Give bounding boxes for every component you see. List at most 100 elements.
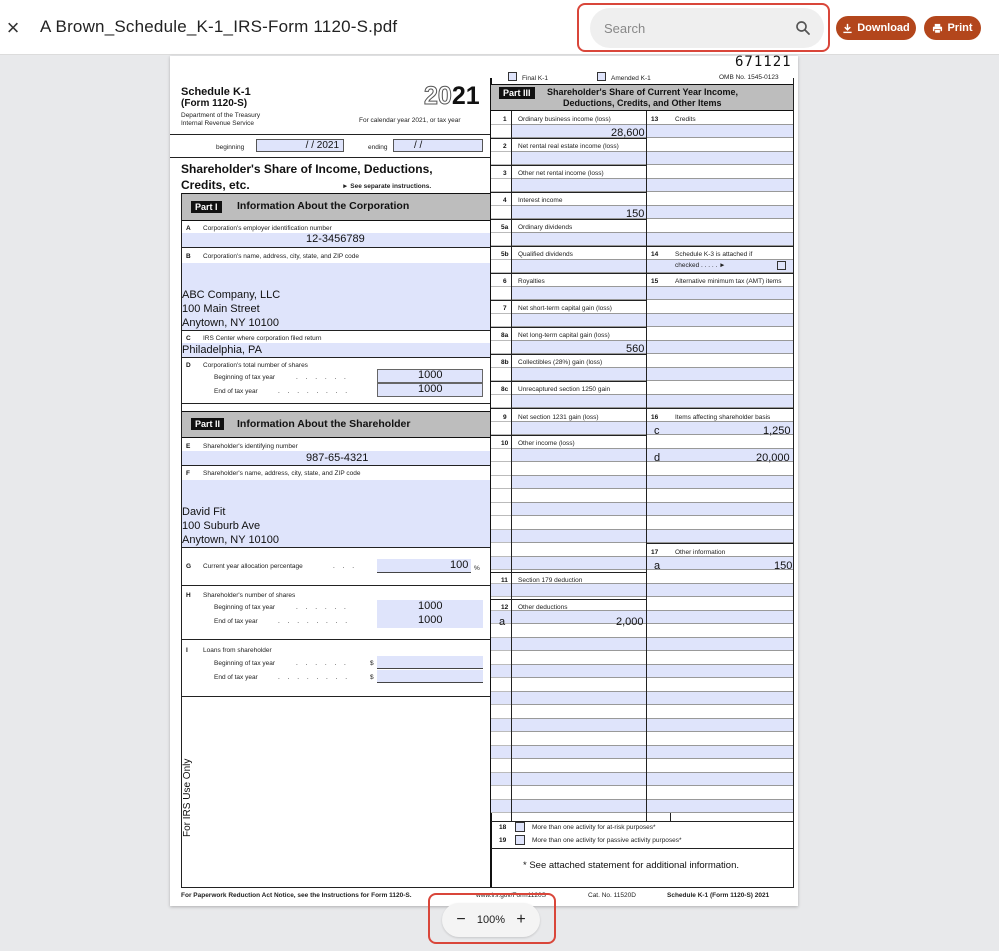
grid-cell <box>647 718 793 732</box>
beginning-date[interactable]: / / 2021 <box>256 139 344 152</box>
line-14-label-a: Schedule K-3 is attached if <box>675 251 753 258</box>
grid-cell <box>512 651 646 665</box>
line-10-label: Other income (loss) <box>518 440 575 447</box>
line-19-num: 19 <box>499 837 507 844</box>
line-16d-code: d <box>654 452 661 464</box>
ending-date[interactable]: / / <box>393 139 483 152</box>
line-17-label: Other information <box>675 549 726 556</box>
line-h-letter: H <box>186 592 191 599</box>
dot-leader: . . . <box>333 563 358 570</box>
zoom-out-button[interactable]: − <box>454 911 468 929</box>
grid-cell <box>512 475 646 489</box>
download-button[interactable]: Download <box>836 16 916 40</box>
line-6-label: Royalties <box>518 278 545 285</box>
line-9-label: Net section 1231 gain (loss) <box>518 414 599 421</box>
line-8b-label: Collectibles (28%) gain (loss) <box>518 359 603 366</box>
part3-title2: Deductions, Credits, and Other Items <box>563 98 722 108</box>
line-separator <box>491 192 646 193</box>
grid-cell <box>512 178 646 192</box>
close-icon[interactable]: × <box>4 14 22 42</box>
print-button[interactable]: Print <box>924 16 981 40</box>
line-12-value: 2,000 <box>616 616 644 628</box>
grid-cell <box>647 205 793 219</box>
line-16d-value: 20,000 <box>756 452 790 464</box>
calendar-year-label: For calendar year 2021, or tax year <box>359 117 461 124</box>
k3-attached-checkbox[interactable] <box>777 261 786 270</box>
d-beginning-value: 1000 <box>418 369 443 381</box>
grid-cell <box>512 543 646 557</box>
grid-cell <box>512 516 646 530</box>
grid-cell <box>512 583 646 597</box>
grid-code-cell <box>491 259 511 273</box>
grid-cell <box>647 124 793 138</box>
grid-cell <box>647 111 793 125</box>
grid-code-cell <box>491 502 511 516</box>
download-icon <box>843 23 852 33</box>
grid-cell <box>512 529 646 543</box>
i-beginning-field[interactable] <box>377 656 483 669</box>
dot-leader: . . . . . . <box>296 604 349 611</box>
line-1-label: Ordinary business income (loss) <box>518 116 611 123</box>
grid-cell <box>647 786 793 800</box>
footer-paperwork-notice: For Paperwork Reduction Act Notice, see … <box>181 892 412 899</box>
amended-k1-checkbox[interactable] <box>597 72 606 81</box>
line-separator <box>491 327 646 328</box>
i-end-field[interactable] <box>377 670 483 683</box>
grid-code-cell <box>491 475 511 489</box>
grid-cell <box>647 610 793 624</box>
grid-code-cell <box>491 273 511 287</box>
grid-cell <box>647 340 793 354</box>
dot-leader: . . . . . . <box>296 374 349 381</box>
grid-cell <box>512 664 646 678</box>
footer-cat-number: Cat. No. 11520D <box>588 892 636 899</box>
zoom-in-button[interactable]: + <box>514 911 528 929</box>
line-separator <box>491 219 646 220</box>
form-code-number: 671121 <box>735 54 792 70</box>
line-7-num: 7 <box>503 305 507 312</box>
line-8a-value: 560 <box>626 343 645 355</box>
line-16-label: Items affecting shareholder basis <box>675 414 771 421</box>
line-8c-label: Unrecaptured section 1250 gain <box>518 386 611 393</box>
grid-code-cell <box>491 448 511 462</box>
line-separator <box>646 246 794 247</box>
grid-cell <box>647 691 793 705</box>
grid-cell <box>512 502 646 516</box>
line-d-label: Corporation's total number of shares <box>203 362 308 369</box>
dot-leader: . . . . . . . . <box>278 674 351 681</box>
grid-cell <box>647 354 793 368</box>
grid-code-cell <box>491 529 511 543</box>
i-beginning-label: Beginning of tax year <box>214 660 276 667</box>
grid-code-cell <box>491 637 511 651</box>
line-12-label: Other deductions <box>518 604 568 611</box>
line-11-label: Section 179 deduction <box>518 577 583 584</box>
grid-code-cell <box>491 205 511 219</box>
final-k1-label: Final K-1 <box>522 75 549 82</box>
grid-code-cell <box>491 678 511 692</box>
line-19-checkbox[interactable] <box>515 835 525 845</box>
line-6-num: 6 <box>503 278 507 285</box>
grid-code-cell <box>491 138 511 152</box>
heading-line1: Shareholder's Share of Income, Deduction… <box>181 162 433 176</box>
search-icon[interactable] <box>794 19 812 37</box>
line-18-num: 18 <box>499 824 507 831</box>
heading-line2: Credits, etc. <box>181 178 250 192</box>
dot-leader: . . . . . . <box>296 660 349 667</box>
grid-cell <box>512 394 646 408</box>
h-end-value: 1000 <box>418 614 443 626</box>
dot-leader: . . . . . . . . <box>278 388 351 395</box>
grid-code-cell <box>491 543 511 557</box>
grid-cell <box>512 678 646 692</box>
line-13-num: 13 <box>651 116 659 123</box>
document-title: A Brown_Schedule_K-1_IRS-Form 1120-S.pdf <box>40 17 398 36</box>
search-input[interactable] <box>604 8 794 48</box>
grid-code-cell <box>491 462 511 476</box>
grid-cell <box>512 637 646 651</box>
line-18-checkbox[interactable] <box>515 822 525 832</box>
schedule-subtitle: (Form 1120-S) <box>181 98 248 109</box>
final-k1-checkbox[interactable] <box>508 72 517 81</box>
line-separator <box>491 273 646 274</box>
search-box[interactable] <box>590 8 824 48</box>
grid-code-cell <box>491 772 511 786</box>
line-8a-label: Net long-term capital gain (loss) <box>518 332 610 339</box>
line-8a-num: 8a <box>501 332 509 339</box>
